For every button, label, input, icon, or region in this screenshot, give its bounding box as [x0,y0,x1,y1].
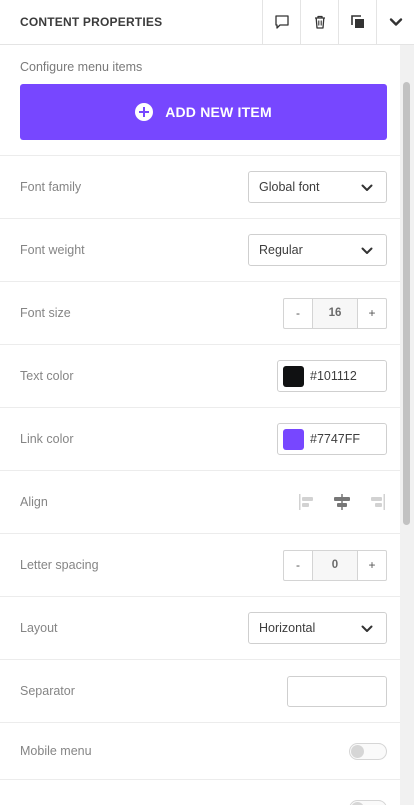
link-color-input[interactable]: #7747FF [277,423,387,455]
letter-spacing-row: Letter spacing - 0 + [0,534,400,597]
font-size-stepper: - 16 + [283,297,387,329]
font-family-value: Global font [259,180,320,194]
text-color-swatch[interactable] [283,365,304,387]
collapse-button[interactable] [376,0,414,45]
add-circle-icon [135,103,154,121]
align-right-button[interactable] [365,492,387,512]
align-left-button[interactable] [297,492,319,512]
font-weight-value: Regular [259,243,303,257]
align-center-icon [334,494,350,510]
text-color-value: #101112 [310,369,357,383]
letter-spacing-decrement-button[interactable]: - [284,551,312,580]
comment-icon [274,15,289,29]
duplicate-icon [350,15,364,28]
properties-panel: Configure menu items ADD NEW ITEM Font f… [0,45,400,805]
chevron-down-icon [361,625,373,632]
trash-icon [314,15,325,29]
add-new-item-label: ADD NEW ITEM [165,104,272,120]
font-weight-row: Font weight Regular [0,219,400,282]
duplicate-button[interactable] [338,0,376,45]
align-center-button[interactable] [331,492,353,512]
link-color-row: Link color #7747FF [0,408,400,471]
mobile-menu-row: Mobile menu [0,723,400,780]
text-color-input[interactable]: #101112 [277,360,387,392]
layout-value: Horizontal [259,621,316,635]
chevron-down-icon [361,247,373,254]
mobile-menu-label: Mobile menu [20,744,92,758]
font-size-value[interactable]: 16 [312,298,358,328]
chevron-down-icon [361,184,373,191]
toggle-knob [351,744,364,758]
font-size-increment-button[interactable]: + [358,299,386,328]
text-color-row: Text color #101112 [0,345,400,408]
font-weight-select[interactable]: Regular [248,234,387,266]
separator-input[interactable] [287,675,387,707]
font-size-decrement-button[interactable]: - [284,299,312,328]
menu-items-label: Configure menu items [20,60,143,74]
font-size-row: Font size - 16 + [0,282,400,345]
comment-button[interactable] [262,0,300,45]
layout-select[interactable]: Horizontal [248,612,387,644]
chevron-down-icon [389,18,402,26]
delete-button[interactable] [300,0,338,45]
align-left-icon [299,494,313,510]
link-color-value: #7747FF [310,432,361,446]
mobile-menu-toggle[interactable] [349,742,387,760]
menu-items-section: Configure menu items ADD NEW ITEM [0,45,400,156]
panel-title: CONTENT PROPERTIES [20,15,163,29]
font-family-row: Font family Global font [0,156,400,219]
letter-spacing-increment-button[interactable]: + [358,551,386,580]
toggle-knob [351,801,364,805]
next-property-toggle[interactable] [349,799,387,805]
link-color-swatch[interactable] [283,428,304,450]
layout-row: Layout Horizontal [0,597,400,660]
letter-spacing-stepper: - 0 + [283,549,387,581]
align-right-icon [371,494,385,510]
align-options [297,492,387,512]
panel-header: CONTENT PROPERTIES [0,0,414,45]
scrollbar-thumb[interactable] [403,82,410,525]
align-row: Align [0,471,400,534]
add-new-item-button[interactable]: ADD NEW ITEM [20,84,387,140]
next-property-row [0,780,400,805]
letter-spacing-value[interactable]: 0 [312,550,358,580]
font-family-select[interactable]: Global font [248,171,387,203]
separator-row: Separator [0,660,400,723]
